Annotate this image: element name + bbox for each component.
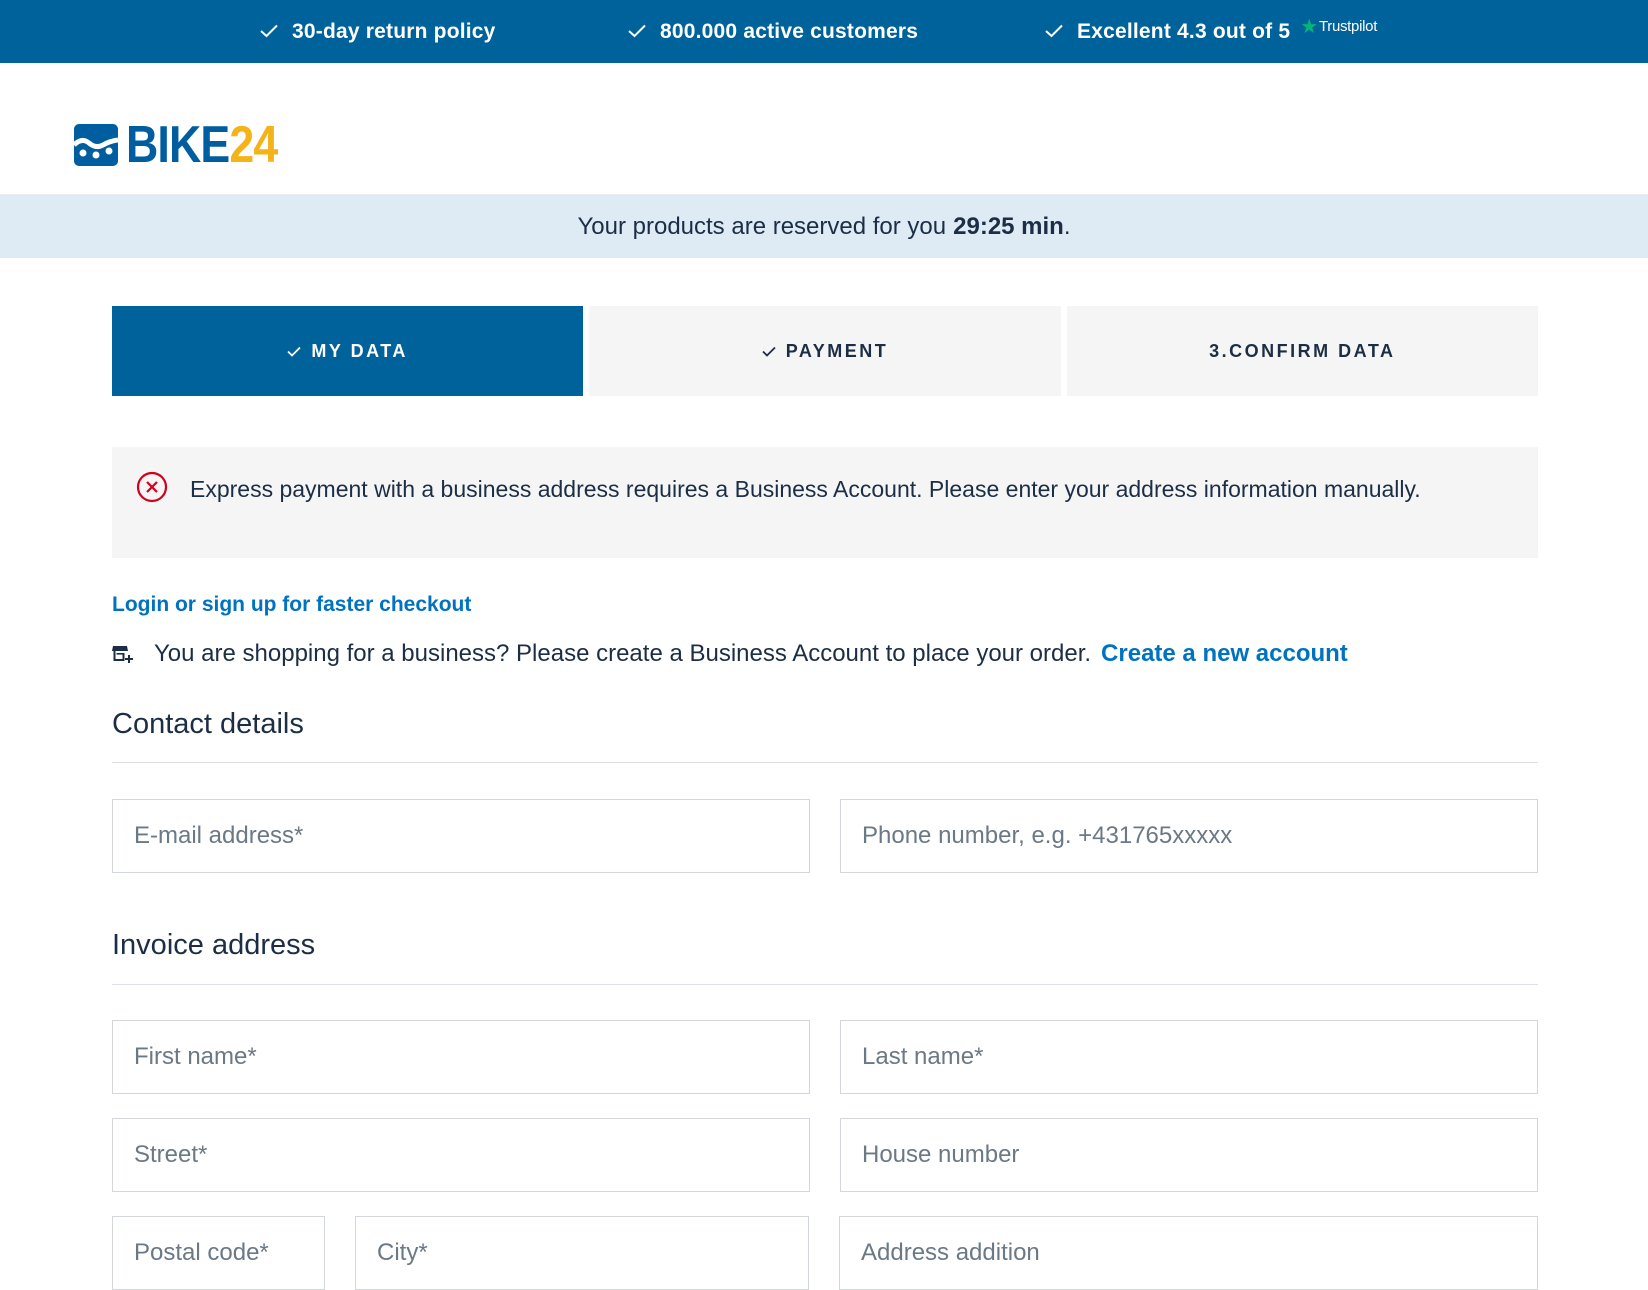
step-my-data[interactable]: MY DATA	[112, 306, 584, 396]
first-name-input[interactable]	[113, 1021, 809, 1093]
checkout-steps: MY DATA PAYMENT 3.CONFIRM DATA	[112, 306, 1538, 396]
address-addition-field[interactable]	[839, 1216, 1538, 1290]
logo-brand-num: 24	[229, 116, 278, 174]
business-account-notice: You are shopping for a business? Please …	[112, 640, 1348, 668]
postal-code-field[interactable]	[112, 1216, 325, 1290]
reservation-text: Your products are reserved for you	[577, 212, 947, 240]
email-field[interactable]	[112, 799, 810, 873]
contact-details-heading: Contact details	[112, 708, 304, 740]
check-icon	[628, 20, 646, 44]
check-icon	[1045, 20, 1063, 44]
street-input[interactable]	[113, 1119, 809, 1191]
check-icon	[287, 346, 302, 357]
login-signup-link[interactable]: Login or sign up for faster checkout	[112, 593, 471, 617]
error-notification: Express payment with a business address …	[112, 447, 1538, 558]
usp-label: 30-day return policy	[292, 19, 496, 43]
usp-label: Excellent 4.3 out of 5	[1077, 19, 1291, 43]
step-payment[interactable]: PAYMENT	[589, 306, 1061, 396]
city-field[interactable]	[355, 1216, 809, 1290]
divider	[112, 984, 1538, 985]
step-label: 3.CONFIRM DATA	[1209, 340, 1396, 361]
check-icon	[762, 346, 776, 357]
usp-active-customers: 800.000 active customers	[628, 0, 918, 63]
reservation-timer: 29:25 min	[953, 212, 1064, 240]
address-addition-input[interactable]	[840, 1217, 1537, 1289]
check-icon	[260, 20, 278, 44]
last-name-input[interactable]	[841, 1021, 1537, 1093]
business-store-icon	[112, 644, 134, 664]
city-input[interactable]	[356, 1217, 808, 1289]
usp-return-policy: 30-day return policy	[260, 0, 496, 63]
last-name-field[interactable]	[840, 1020, 1538, 1094]
trustpilot-star-icon: ★	[1300, 16, 1318, 38]
usp-rating[interactable]: Excellent 4.3 out of 5 ★ Trustpilot	[1045, 0, 1377, 63]
trustpilot-logo: ★ Trustpilot	[1300, 14, 1377, 39]
error-circle-x-icon	[136, 471, 168, 508]
site-header: BIKE24	[0, 63, 1648, 195]
house-number-input[interactable]	[841, 1119, 1537, 1191]
bike24-logo-icon	[74, 124, 118, 166]
divider	[112, 762, 1538, 763]
first-name-field[interactable]	[112, 1020, 810, 1094]
logo-wordmark: BIKE24	[126, 116, 278, 174]
error-message: Express payment with a business address …	[190, 476, 1421, 502]
trustpilot-label: Trustpilot	[1318, 18, 1378, 35]
phone-field[interactable]	[840, 799, 1538, 873]
house-number-field[interactable]	[840, 1118, 1538, 1192]
step-confirm-data[interactable]: 3.CONFIRM DATA	[1066, 306, 1538, 396]
business-notice-text: You are shopping for a business? Please …	[154, 640, 1092, 667]
step-label: MY DATA	[311, 340, 408, 361]
invoice-address-heading: Invoice address	[112, 929, 316, 961]
step-label: PAYMENT	[785, 340, 889, 361]
street-field[interactable]	[112, 1118, 810, 1192]
email-input[interactable]	[113, 800, 809, 872]
phone-input[interactable]	[841, 800, 1537, 872]
usp-label: 800.000 active customers	[660, 19, 919, 43]
postal-code-input[interactable]	[113, 1217, 324, 1289]
bike24-logo[interactable]: BIKE24	[74, 119, 302, 171]
create-account-link[interactable]: Create a new account	[1101, 640, 1348, 668]
logo-brand-main: BIKE	[126, 116, 230, 174]
reservation-banner: Your products are reserved for you 29:25…	[0, 195, 1648, 258]
usp-bar: 30-day return policy 800.000 active cust…	[0, 0, 1648, 63]
reservation-suffix: .	[1063, 212, 1071, 240]
